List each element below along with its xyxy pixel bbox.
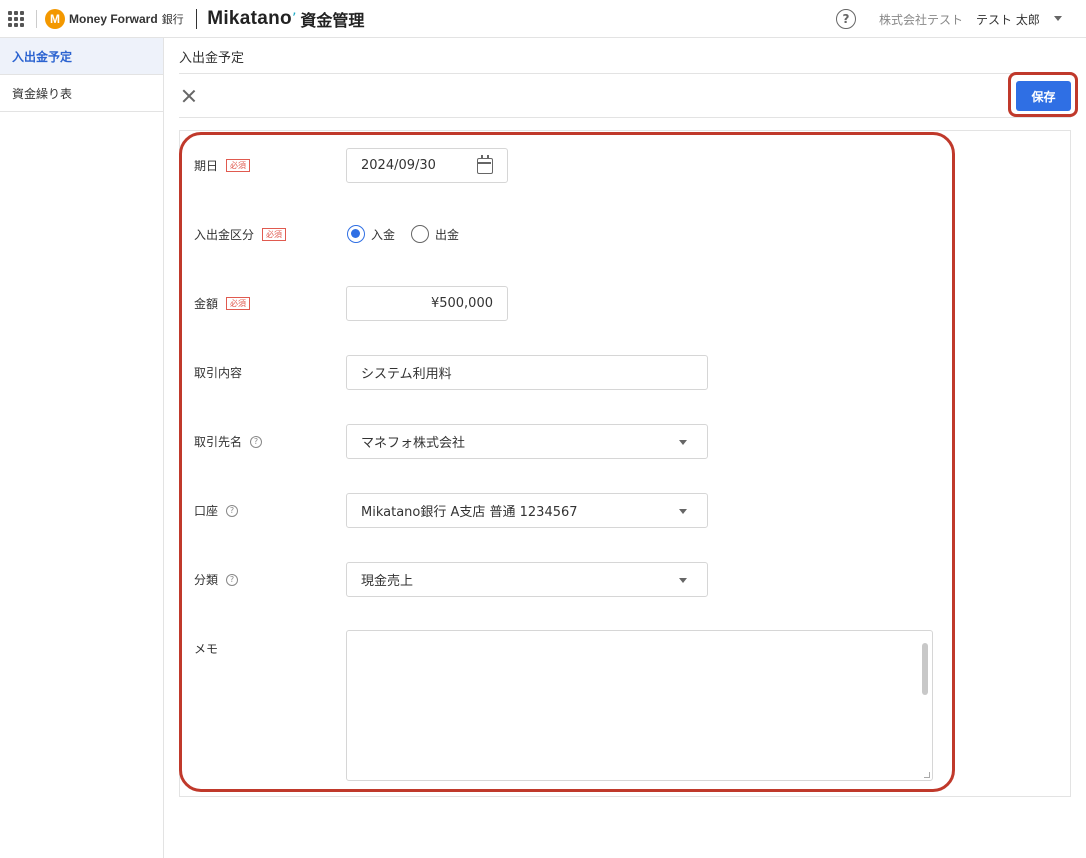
close-icon[interactable] [180,87,198,105]
description-label: 取引内容 [194,364,242,381]
app-grid-icon[interactable] [8,10,24,27]
company-name: 株式会社テスト [879,13,964,27]
radio-expense[interactable] [411,225,430,243]
amount-label: 金額 必須 [194,295,251,312]
partner-label: 取引先名 ? [194,433,263,450]
account-select[interactable]: Mikatano銀行 A支店 普通 1234567 [346,493,708,528]
sidebar-item-schedule[interactable]: 入出金予定 [0,38,163,75]
memo-label-text: メモ [194,642,219,656]
chevron-down-icon [679,440,687,445]
user-menu[interactable]: テスト 太郎 [976,11,1040,28]
category-select[interactable]: 現金売上 [346,562,708,597]
date-value: 2024/09/30 [361,158,436,173]
partner-select[interactable]: マネフォ株式会社 [346,424,708,459]
mikatano-accent-icon: ’ [291,10,297,27]
category-value: 現金売上 [361,574,414,589]
sidebar-item-cashflow[interactable]: 資金繰り表 [0,75,163,112]
chevron-down-icon [679,578,687,583]
radio-income-label[interactable]: 入金 [371,226,395,243]
category-label-text: 分類 [194,573,219,587]
money-forward-logo-text: Money Forward [69,11,158,26]
date-field[interactable]: 2024/09/30 [346,148,508,183]
direction-label: 入出金区分 必須 [194,226,287,243]
category-label: 分類 ? [194,571,239,588]
logo-divider [195,8,198,29]
amount-value: ¥500,000 [430,296,493,311]
description-label-text: 取引内容 [194,366,243,380]
radio-expense-label[interactable]: 出金 [435,226,459,243]
direction-radio-group: 入金 出金 [347,225,475,243]
account-label-text: 口座 [194,504,219,518]
money-forward-bank-label: 銀行 [161,12,184,26]
page-title: 入出金予定 [179,51,245,66]
divider [36,9,37,28]
save-button[interactable]: 保存 [1016,81,1071,111]
memo-textarea[interactable] [346,630,933,781]
date-label: 期日 必須 [194,157,251,174]
date-label-text: 期日 [194,159,219,173]
calendar-icon[interactable] [477,155,493,174]
resize-handle-icon[interactable] [924,772,930,778]
help-icon[interactable]: ? [226,504,239,517]
divider [179,73,1071,74]
amount-input[interactable]: ¥500,000 [346,286,508,321]
service-name: 資金管理 [300,10,365,30]
mikatano-logo: Mikatano [207,7,292,29]
money-forward-logo: M Money Forward 銀行 [45,8,184,29]
divider [179,117,1071,118]
help-icon[interactable]: ? [226,573,239,586]
account-label: 口座 ? [194,502,239,519]
scrollbar[interactable] [922,643,928,695]
required-badge: 必須 [226,159,251,172]
description-input[interactable]: システム利用料 [346,355,708,390]
help-icon[interactable]: ? [836,9,856,29]
help-icon[interactable]: ? [250,435,263,448]
sidebar: 入出金予定 資金繰り表 [0,38,164,858]
radio-income[interactable] [347,225,365,243]
account-value: Mikatano銀行 A支店 普通 1234567 [361,505,578,520]
description-value: システム利用料 [361,367,452,382]
partner-value: マネフォ株式会社 [361,436,466,451]
chevron-down-icon [679,509,687,514]
chevron-down-icon[interactable] [1054,16,1062,21]
required-badge: 必須 [262,228,287,241]
partner-label-text: 取引先名 [194,435,243,449]
required-badge: 必須 [226,297,251,310]
money-forward-mark-icon: M [45,8,65,29]
amount-label-text: 金額 [194,297,219,311]
direction-label-text: 入出金区分 [194,228,255,242]
memo-label: メモ [194,640,218,657]
